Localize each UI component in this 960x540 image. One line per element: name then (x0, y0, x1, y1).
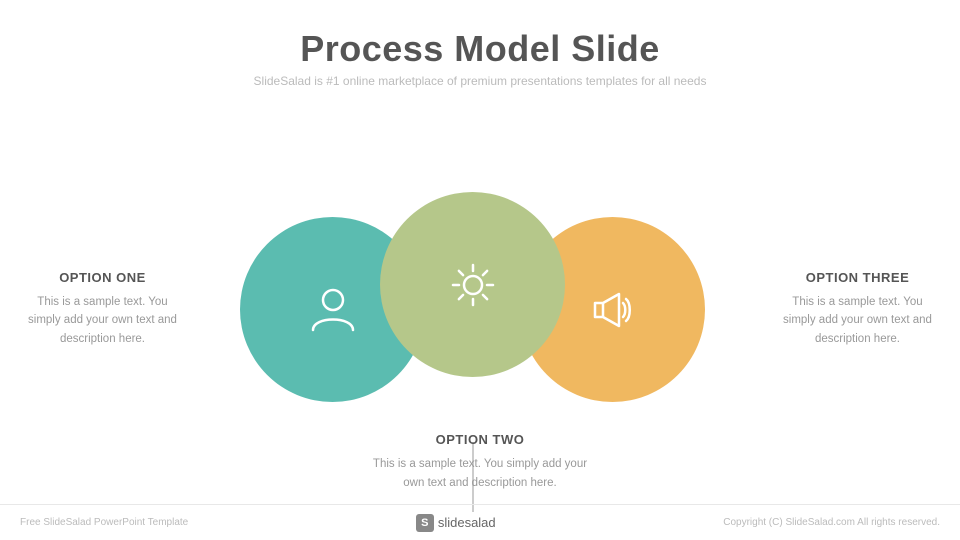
slide: Process Model Slide SlideSalad is #1 onl… (0, 0, 960, 540)
header: Process Model Slide SlideSalad is #1 onl… (0, 0, 960, 94)
logo-text: slidesalad (438, 515, 496, 530)
megaphone-icon (583, 280, 643, 340)
option-one-text: OPTION ONE This is a sample text. You si… (20, 270, 185, 348)
option-one-title: OPTION ONE (20, 270, 185, 285)
option-three-title: OPTION THREE (775, 270, 940, 285)
option-two-body: This is a sample text. You simply add yo… (370, 455, 590, 492)
person-icon (303, 280, 363, 340)
option-two-text: OPTION TWO This is a sample text. You si… (370, 432, 590, 492)
main-content: OPTION ONE This is a sample text. You si… (0, 94, 960, 540)
footer-left-text: Free SlideSalad PowerPoint Template (20, 517, 188, 528)
footer: Free SlideSalad PowerPoint Template S sl… (0, 504, 960, 540)
option-three-body: This is a sample text. You simply add yo… (775, 293, 940, 348)
circle-center (380, 192, 565, 377)
logo-s-badge: S (416, 514, 434, 532)
option-two-title: OPTION TWO (370, 432, 590, 447)
footer-right-text: Copyright (C) SlideSalad.com All rights … (723, 517, 940, 528)
footer-logo: S slidesalad (416, 514, 496, 532)
option-three-text: OPTION THREE This is a sample text. You … (775, 270, 940, 348)
header-subtitle: SlideSalad is #1 online marketplace of p… (0, 74, 960, 88)
circles-container (220, 187, 740, 447)
gear-icon (443, 255, 503, 315)
page-title: Process Model Slide (0, 28, 960, 70)
option-one-body: This is a sample text. You simply add yo… (20, 293, 185, 348)
